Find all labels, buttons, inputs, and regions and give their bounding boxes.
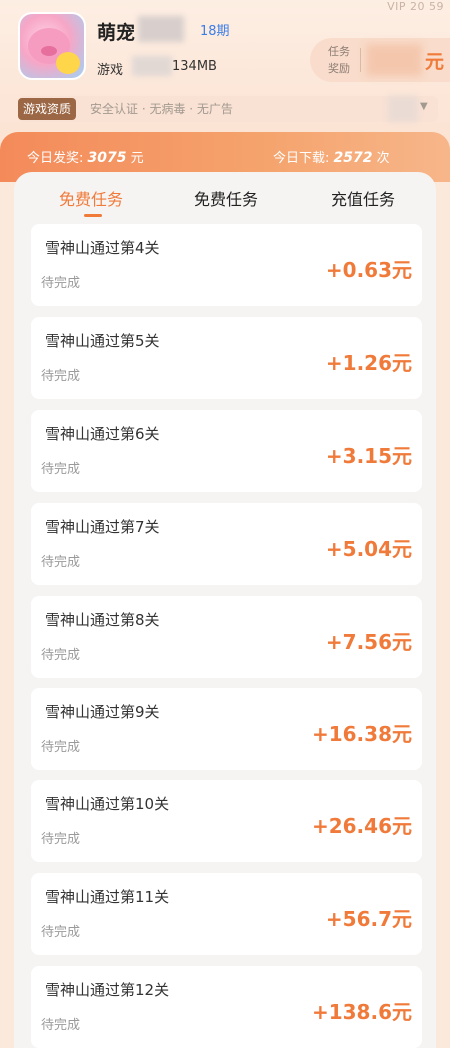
task-reward: +16.38元	[311, 722, 412, 746]
task-status: 待完成	[41, 555, 81, 570]
today-download-value: 2572	[333, 150, 373, 166]
task-title: 雪神山通过第10关	[45, 795, 170, 813]
app-size: 134MB	[172, 59, 217, 74]
today-payout: 今日发奖: 3075 元	[27, 147, 144, 166]
task-reward: +7.56元	[325, 630, 412, 654]
chevron-down-icon[interactable]: ▼	[420, 101, 428, 112]
task-title: 雪神山通过第7关	[45, 518, 160, 536]
app-name: 萌宠	[97, 22, 136, 44]
task-reward: +3.15元	[325, 444, 412, 468]
tab-recharge-tasks[interactable]: 充值任务	[313, 186, 413, 210]
task-status: 待完成	[41, 740, 81, 755]
task-status: 待完成	[41, 832, 81, 847]
task-title: 雪神山通过第9关	[45, 703, 160, 721]
today-payout-label: 今日发奖:	[27, 151, 84, 166]
task-card[interactable]: 雪神山通过第6关 待完成 +3.15元	[31, 410, 422, 492]
task-reward-label: 任务奖励	[328, 45, 350, 75]
task-tabs: 免费任务 免费任务 充值任务	[14, 172, 436, 218]
task-status: 待完成	[41, 1018, 81, 1033]
tab-free-tasks[interactable]: 免费任务	[41, 186, 141, 210]
task-panel: 免费任务 免费任务 充值任务 雪神山通过第4关 待完成 +0.63元 雪神山通过…	[14, 172, 436, 1048]
period-badge: 18期	[200, 24, 230, 39]
task-card[interactable]: 雪神山通过第12关 待完成 +138.6元	[31, 966, 422, 1048]
task-status: 待完成	[41, 276, 81, 291]
redacted-meta-blur	[132, 56, 172, 76]
task-card[interactable]: 雪神山通过第10关 待完成 +26.46元	[31, 780, 422, 862]
today-download-unit: 次	[376, 151, 390, 166]
task-status: 待完成	[41, 648, 81, 663]
task-card[interactable]: 雪神山通过第11关 待完成 +56.7元	[31, 873, 422, 955]
task-title: 雪神山通过第8关	[45, 611, 160, 629]
task-card[interactable]: 雪神山通过第5关 待完成 +1.26元	[31, 317, 422, 399]
chick-icon	[56, 52, 80, 74]
task-title: 雪神山通过第5关	[45, 332, 160, 350]
tab-free-tasks-2[interactable]: 免费任务	[176, 186, 276, 210]
app-icon[interactable]	[18, 12, 86, 80]
task-reward: +0.63元	[325, 258, 412, 282]
task-card[interactable]: 雪神山通过第4关 待完成 +0.63元	[31, 224, 422, 306]
task-title: 雪神山通过第11关	[45, 888, 170, 906]
active-tab-indicator	[84, 214, 102, 217]
redacted-reward-blur	[366, 44, 422, 76]
task-title: 雪神山通过第4关	[45, 239, 160, 257]
task-card[interactable]: 雪神山通过第7关 待完成 +5.04元	[31, 503, 422, 585]
today-payout-unit: 元	[130, 151, 144, 166]
task-status: 待完成	[41, 462, 81, 477]
task-reward: +56.7元	[325, 907, 412, 931]
redacted-qual-blur	[388, 96, 418, 122]
task-status: 待完成	[41, 369, 81, 384]
today-payout-value: 3075	[87, 150, 127, 166]
redacted-name-blur	[138, 16, 184, 42]
task-reward: +5.04元	[325, 537, 412, 561]
divider	[360, 48, 361, 72]
task-reward: +138.6元	[311, 1000, 412, 1024]
qualification-row[interactable]: 游戏资质 安全认证 · 无病毒 · 无广告 ▼	[18, 96, 438, 122]
task-title: 雪神山通过第6关	[45, 425, 160, 443]
today-download: 今日下载: 2572 次	[273, 147, 390, 166]
task-reward: +1.26元	[325, 351, 412, 375]
vip-watermark: VIP 20 59	[387, 0, 444, 13]
task-card[interactable]: 雪神山通过第9关 待完成 +16.38元	[31, 688, 422, 770]
task-title: 雪神山通过第12关	[45, 981, 170, 999]
today-download-label: 今日下载:	[273, 151, 330, 166]
app-type: 游戏	[97, 63, 124, 78]
qualification-text: 安全认证 · 无病毒 · 无广告	[90, 102, 233, 116]
task-reward-box: 任务奖励 元	[310, 38, 450, 82]
task-card[interactable]: 雪神山通过第8关 待完成 +7.56元	[31, 596, 422, 678]
task-status: 待完成	[41, 925, 81, 940]
task-reward-unit: 元	[424, 51, 444, 73]
task-reward: +26.46元	[311, 814, 412, 838]
qualification-badge: 游戏资质	[18, 98, 77, 120]
